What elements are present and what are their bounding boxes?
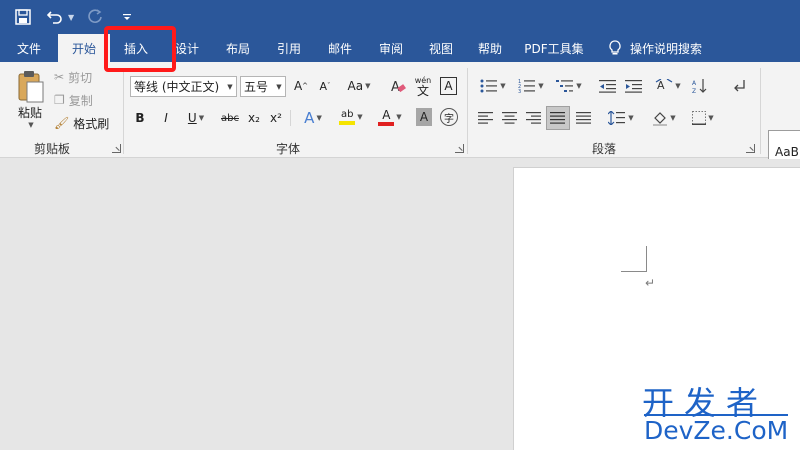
character-shading-button[interactable]: A	[416, 108, 432, 126]
tab-pdf-tools[interactable]: PDF工具集	[514, 34, 594, 62]
enclose-characters-button[interactable]: 字	[440, 108, 458, 126]
format-painter-button[interactable]: 🖌 格式刷	[54, 114, 112, 132]
crop-mark	[646, 246, 647, 272]
bold-button[interactable]: B	[132, 108, 148, 128]
svg-text:Z: Z	[692, 88, 696, 94]
clipboard-group-label: 剪贴板	[34, 142, 71, 156]
paste-icon[interactable]	[10, 68, 50, 106]
customize-qat-icon[interactable]	[116, 6, 138, 28]
tab-review[interactable]: 审阅	[366, 34, 416, 62]
change-case-button[interactable]: Aa ▼	[344, 76, 374, 96]
redo-icon	[84, 6, 106, 28]
font-group-label: 字体	[276, 142, 301, 156]
line-spacing-button[interactable]: ▼	[604, 108, 638, 128]
align-right-icon[interactable]	[524, 108, 544, 128]
superscript-button[interactable]: x²	[268, 108, 284, 128]
text-effects-button[interactable]: A ▼	[298, 108, 328, 128]
font-color-button[interactable]: A ▼	[374, 106, 406, 128]
save-icon[interactable]	[12, 6, 34, 28]
copy-button: ❐ 复制	[54, 93, 93, 108]
show-formatting-icon[interactable]	[730, 76, 750, 96]
italic-button[interactable]: I	[158, 108, 174, 128]
paragraph-mark: ↵	[645, 276, 656, 290]
asian-layout-button[interactable]: A ▼	[652, 76, 684, 96]
highlight-color-button[interactable]: ab ▼	[336, 106, 366, 128]
multilevel-list-button[interactable]: ▼	[552, 76, 586, 96]
phonetic-guide-button[interactable]: wén 文	[412, 72, 434, 100]
style-preview[interactable]: AaB	[775, 145, 799, 159]
bullets-button[interactable]: ▼	[476, 76, 510, 96]
font-name-combo[interactable]: 等线 (中文正文) ▼	[130, 76, 237, 97]
group-divider	[760, 68, 761, 154]
shrink-font-button[interactable]: Aˇ	[316, 76, 334, 96]
svg-text:A: A	[692, 80, 697, 87]
tell-me-search[interactable]: 操作说明搜索	[594, 34, 702, 62]
tell-me-label: 操作说明搜索	[630, 41, 703, 56]
align-center-icon[interactable]	[500, 108, 520, 128]
scissors-icon: ✂	[54, 70, 65, 84]
undo-dropdown-icon[interactable]: ▼	[68, 13, 74, 22]
ribbon-tabs: 文件 开始 插入 设计 布局 引用 邮件 审阅 视图 帮助 PDF工具集 操作说…	[0, 34, 800, 62]
font-size-combo[interactable]: 五号 ▼	[240, 76, 286, 97]
paste-dropdown-icon[interactable]: ▼	[22, 120, 38, 130]
tab-view[interactable]: 视图	[416, 34, 466, 62]
font-launcher-icon[interactable]	[455, 144, 464, 153]
tab-mailings[interactable]: 邮件	[314, 34, 366, 62]
undo-icon[interactable]	[44, 6, 66, 28]
clear-formatting-icon[interactable]: A	[388, 76, 408, 96]
tab-file[interactable]: 文件	[0, 34, 58, 62]
increase-indent-icon[interactable]	[624, 76, 644, 96]
clipboard-launcher-icon[interactable]	[112, 144, 121, 153]
group-divider	[123, 68, 124, 154]
grow-font-button[interactable]: A ^	[292, 76, 310, 96]
brush-icon: 🖌	[54, 116, 70, 130]
cut-button: ✂ 剪切	[54, 70, 93, 85]
tab-references[interactable]: 引用	[264, 34, 314, 62]
tab-insert[interactable]: 插入	[110, 34, 162, 62]
copy-icon: ❐	[54, 93, 65, 107]
underline-button[interactable]: U ▼	[182, 108, 210, 128]
borders-button[interactable]: ▼	[686, 108, 720, 128]
character-border-button[interactable]: A	[440, 77, 457, 95]
distributed-icon[interactable]	[574, 108, 594, 128]
chevron-down-icon[interactable]: ▼	[224, 77, 236, 96]
svg-text:3: 3	[518, 89, 521, 93]
watermark-english: DevZe.CoM	[644, 414, 789, 445]
decrease-indent-icon[interactable]	[598, 76, 618, 96]
numbering-button[interactable]: 1 2 3 ▼	[514, 76, 548, 96]
paragraph-launcher-icon[interactable]	[746, 144, 755, 153]
tab-home[interactable]: 开始	[58, 34, 110, 62]
justify-icon[interactable]	[546, 106, 570, 130]
quick-access-toolbar: ▼	[0, 0, 800, 34]
strikethrough-button[interactable]: abc	[218, 108, 242, 128]
ribbon-home: 粘贴 ▼ ✂ 剪切 ❐ 复制 🖌 格式刷 剪贴板 等线 (中文正文) ▼ 五号 ▼ A…	[0, 62, 800, 188]
subscript-button[interactable]: x₂	[246, 108, 262, 128]
lightbulb-icon	[609, 40, 621, 55]
paste-button[interactable]: 粘贴	[10, 104, 50, 120]
sort-icon[interactable]: AZ	[690, 76, 710, 96]
align-left-icon[interactable]	[476, 108, 496, 128]
group-divider	[467, 68, 468, 154]
svg-text:A: A	[391, 80, 400, 94]
chevron-down-icon[interactable]: ▼	[273, 77, 285, 96]
paragraph-group-label: 段落	[592, 142, 617, 156]
tab-design[interactable]: 设计	[162, 34, 212, 62]
crop-mark	[621, 271, 647, 272]
tab-help[interactable]: 帮助	[466, 34, 514, 62]
divider	[290, 110, 291, 126]
shading-button[interactable]: ▼	[648, 108, 680, 128]
tab-layout[interactable]: 布局	[212, 34, 264, 62]
